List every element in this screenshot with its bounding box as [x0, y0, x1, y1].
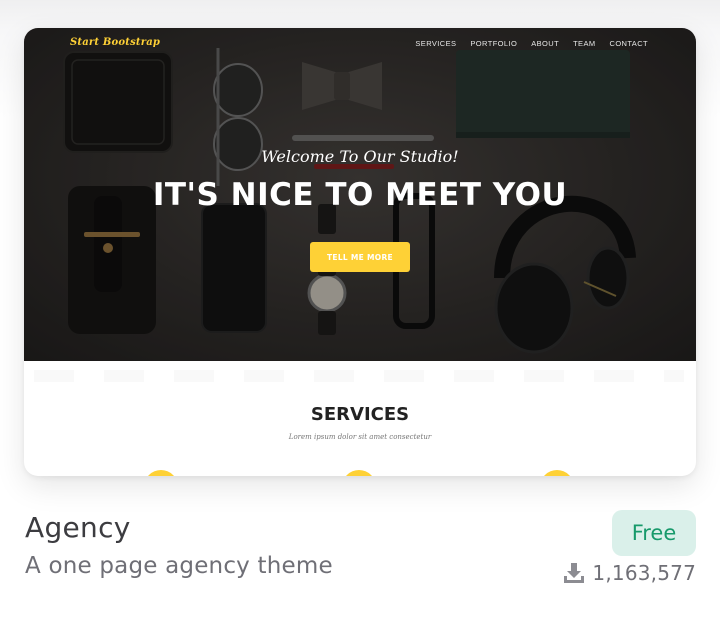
download-icon	[564, 563, 585, 583]
preview-nav: SERVICES PORTFOLIO ABOUT TEAM CONTACT	[415, 39, 648, 48]
preview-nav-portfolio: PORTFOLIO	[470, 39, 518, 48]
theme-title[interactable]: Agency	[25, 511, 131, 544]
theme-description: A one page agency theme	[25, 553, 333, 579]
preview-welcome-text: Welcome To Our Studio!	[261, 147, 459, 166]
download-count-value: 1,163,577	[592, 561, 696, 585]
preview-cta-button: TELL ME MORE	[310, 242, 410, 272]
preview-service-circle	[342, 470, 376, 476]
preview-faint-row	[34, 370, 684, 382]
preview-headline: IT'S NICE TO MEET YOU	[152, 177, 568, 213]
preview-services-subtitle: Lorem ipsum dolor sit amet consectetur	[288, 433, 432, 441]
preview-brand-logo: Start Bootstrap	[70, 37, 161, 48]
price-badge: Free	[612, 510, 696, 556]
preview-nav-services: SERVICES	[415, 39, 457, 48]
preview-hero: Start Bootstrap SERVICES PORTFOLIO ABOUT…	[24, 28, 696, 361]
theme-preview-card[interactable]: Start Bootstrap SERVICES PORTFOLIO ABOUT…	[24, 28, 696, 476]
download-count: 1,163,577	[562, 561, 696, 585]
preview-services-title: SERVICES	[310, 404, 410, 425]
preview-service-circle	[540, 470, 574, 476]
preview-nav-about: ABOUT	[531, 39, 560, 48]
preview-nav-team: TEAM	[573, 39, 596, 48]
preview-nav-contact: CONTACT	[609, 39, 648, 48]
preview-service-circle	[144, 470, 178, 476]
